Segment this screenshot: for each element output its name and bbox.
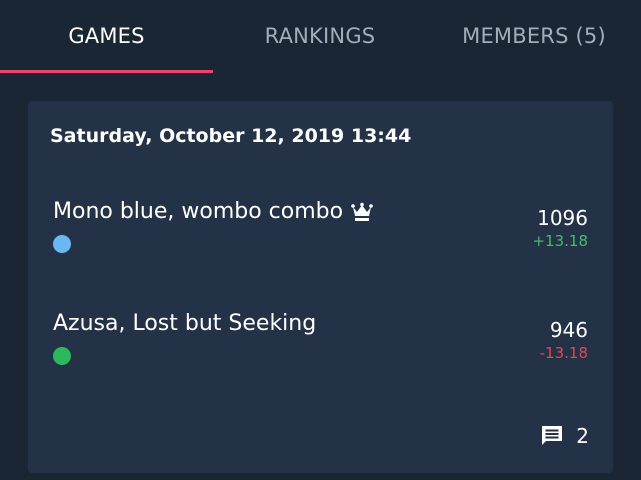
tab-members[interactable]: MEMBERS (5) — [427, 0, 641, 72]
comment-count: 2 — [576, 424, 589, 448]
player-name-row: Azusa, Lost but Seeking — [53, 311, 316, 336]
comments-button[interactable]: 2 — [540, 424, 589, 448]
tab-games[interactable]: GAMES — [0, 0, 213, 72]
player-score: 946 — [549, 318, 588, 342]
score-delta: +13.18 — [532, 232, 588, 250]
score-delta: -13.18 — [539, 344, 588, 362]
player-color-dot — [53, 347, 71, 365]
crown-icon — [351, 202, 373, 221]
player-color-dot — [53, 235, 71, 253]
active-tab-indicator — [0, 70, 213, 73]
player-row: Mono blue, wombo combo 1096 +13.18 — [53, 199, 588, 259]
comment-icon — [542, 426, 563, 445]
game-card[interactable]: Saturday, October 12, 2019 13:44 Mono bl… — [28, 101, 613, 473]
tab-bar: GAMES RANKINGS MEMBERS (5) — [0, 0, 641, 74]
player-name: Azusa, Lost but Seeking — [53, 311, 317, 336]
player-name-row: Mono blue, wombo combo — [53, 199, 373, 224]
tab-rankings[interactable]: RANKINGS — [213, 0, 427, 72]
game-date: Saturday, October 12, 2019 13:44 — [50, 125, 412, 147]
player-name: Mono blue, wombo combo — [53, 199, 344, 224]
player-score: 1096 — [537, 206, 588, 230]
player-row: Azusa, Lost but Seeking 946 -13.18 — [53, 311, 588, 371]
